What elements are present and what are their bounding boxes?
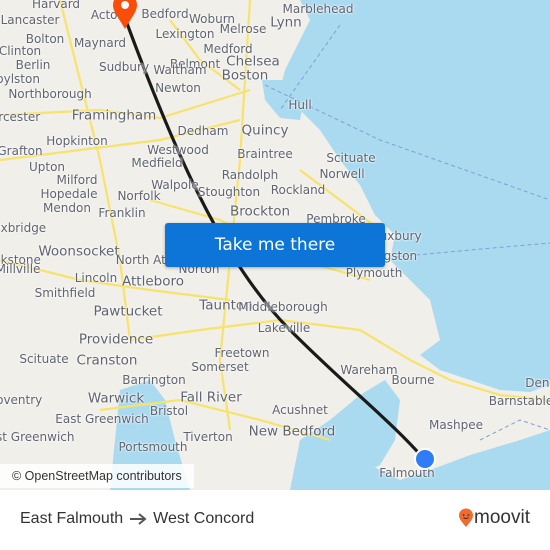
place-label: Brockton [229,203,291,220]
place-label: Franklin [98,206,146,220]
place-label: Acushnet [272,403,328,417]
place-label: Freetown [214,346,270,360]
place-label: Stoughton [197,185,261,199]
place-label: Hopedale [40,187,98,201]
place-label: Norwell [319,167,365,181]
place-label: Norfolk [117,189,161,203]
place-label: Woonsocket [38,243,120,260]
place-label: Lancaster [0,13,60,27]
origin-dot-icon[interactable] [414,448,436,470]
place-label: Scituate [19,352,69,366]
place-label: Framingham [71,107,157,124]
place-label: Milford [56,173,98,187]
place-label: Northborough [8,87,92,101]
place-label: Westwood [147,143,209,157]
route-summary: East Falmouth West Concord [20,510,254,528]
place-label: Rockland [270,183,326,197]
place-label: Dennis [525,376,550,390]
place-label: Dedham [177,124,229,138]
brand-name: moovit [474,507,530,528]
moovit-logo[interactable]: moovit [458,507,530,529]
place-label: Hull [288,98,312,112]
place-label: Bedford [141,7,189,21]
place-label: Tiverton [183,430,233,444]
place-label: Middleborough [238,300,328,314]
place-label: Lincoln [74,271,118,285]
moovit-pin-icon [459,508,474,527]
place-label: Coventry [0,393,43,407]
place-label: East Greenwich [55,412,149,426]
place-label: New Bedford [248,423,336,440]
place-label: Providence [78,331,154,348]
place-label: Berlin [15,58,51,72]
place-label: Bourne [391,373,435,387]
map[interactable]: Harvard Bedford Woburn Lynn Marblehead Acton L… [0,0,550,490]
place-label: Lynn [270,14,302,31]
place-label: Portsmouth [118,440,188,454]
place-label: Fall River [180,389,242,406]
place-label: Quincy [241,122,289,139]
take-me-there-button[interactable]: Take me there [165,223,385,267]
place-label: Marblehead [282,2,354,16]
place-label: Mendon [43,201,91,215]
place-label: Cranston [76,352,138,369]
origin-name: East Falmouth [20,510,124,527]
place-label: Upton [28,160,66,174]
map-attribution[interactable]: © OpenStreetMap contributors [0,464,194,488]
destination-name: West Concord [153,510,255,527]
place-label: Mashpee [429,418,483,432]
place-label: Braintree [237,147,293,161]
place-label: Boylston [0,72,40,86]
destination-pin-icon[interactable] [110,0,140,30]
place-label: Smithfield [34,286,96,300]
place-label: Worcester [0,110,41,124]
place-label: Somerset [191,360,249,374]
place-label: Scituate [326,151,376,165]
place-label: Attleboro [122,273,184,290]
place-label: Waltham [153,63,207,77]
place-label: Maynard [73,36,127,50]
place-label: Warwick [87,390,145,407]
place-label: Melrose [219,22,267,36]
arrow-right-icon [129,513,147,525]
place-label: Uxbridge [0,221,47,235]
place-label: Wareham [340,363,398,377]
place-label: Pawtucket [93,303,163,320]
place-label: Sudbury [98,60,150,74]
place-label: Lexington [155,27,215,41]
place-label: Harvard [31,0,81,11]
place-label: Bristol [149,404,189,418]
place-label: Randolph [221,168,279,182]
place-label: Clinton [0,44,42,58]
place-label: Hopkinton [46,134,108,148]
place-label: Barrington [122,373,186,387]
place-label: Plymouth [345,266,403,280]
place-label: West Greenwich [0,430,75,444]
place-label: Grafton [0,144,43,158]
place-label: Medfield [131,156,183,170]
place-label: Newton [155,81,201,95]
place-label: Barnstable [488,394,550,408]
place-label: Lakeville [257,321,311,335]
place-label: Millville [0,262,41,276]
place-label: Boston [221,67,269,84]
